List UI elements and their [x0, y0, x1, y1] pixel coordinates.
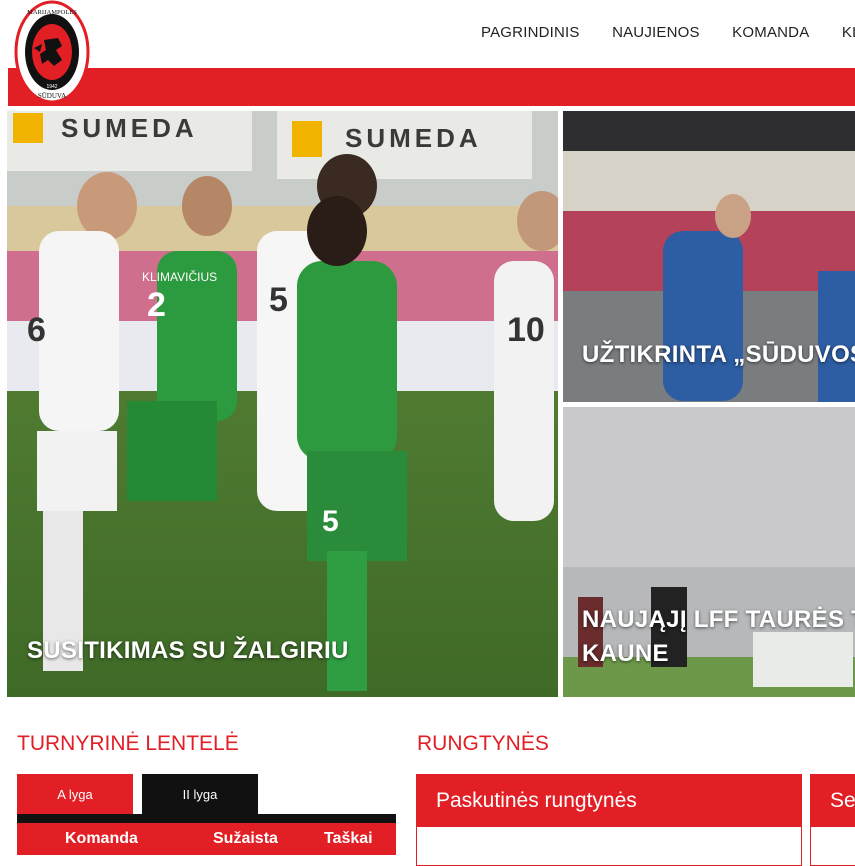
logo-bottom-text: SŪDUVA [38, 92, 66, 100]
nav-item-naujienos[interactable]: NAUJIENOS [612, 24, 700, 41]
header-red-bar [8, 68, 855, 106]
hero-bottom-article[interactable]: NAUJĄJĮ LFF TAURĖS TU KAUNE [563, 407, 855, 697]
column-played[interactable]: Sužaista [213, 830, 278, 848]
hero-main-article[interactable]: SUMEDA SUMEDA 6 2 5 10 5 KLIMAVIČIUS SUS… [7, 111, 558, 697]
next-matches-heading: Se [811, 775, 855, 827]
hero-bottom-caption-line2: KAUNE [582, 640, 669, 667]
tab-a-lyga[interactable]: A lyga [17, 774, 133, 814]
nav-item-klubas[interactable]: KLU [842, 24, 855, 41]
nav-item-komanda[interactable]: KOMANDA [732, 24, 809, 41]
logo-top-text: MARIJAMPOLĖS [27, 9, 77, 16]
player-name-1: KLIMAVIČIUS [142, 269, 217, 284]
hero-top-caption[interactable]: UŽTIKRINTA „SŪDUVOS [582, 341, 855, 369]
hero-main-image: SUMEDA SUMEDA 6 2 5 10 5 KLIMAVIČIUS [7, 111, 558, 697]
club-logo[interactable]: MARIJAMPOLĖS SŪDUVA 1942 [14, 0, 90, 104]
banner-text-1: SUMEDA [61, 113, 198, 143]
last-matches-card[interactable]: Paskutinės rungtynės [416, 774, 802, 866]
standings-title: TURNYRINĖ LENTELĖ [17, 732, 239, 755]
column-points[interactable]: Taškai [324, 830, 373, 848]
logo-year: 1942 [46, 84, 57, 90]
tab-ii-lyga[interactable]: II lyga [142, 774, 258, 814]
nav-item-pagrindinis[interactable]: PAGRINDINIS [481, 24, 580, 41]
player-number-1: 6 [27, 311, 46, 349]
tabs-underline [17, 814, 396, 823]
hero-main-caption[interactable]: SUSITIKIMAS SU ŽALGIRIU [27, 637, 349, 665]
hero-bottom-caption[interactable]: NAUJĄJĮ LFF TAURĖS TU KAUNE [582, 603, 855, 671]
hero-bottom-caption-line1: NAUJĄJĮ LFF TAURĖS TU [582, 606, 855, 633]
banner-text-2: SUMEDA [345, 123, 482, 153]
player-number-4: 10 [507, 311, 545, 349]
standings-table-header: Komanda Sužaista Taškai [17, 823, 396, 855]
player-number-5: 5 [322, 505, 339, 538]
next-matches-card[interactable]: Se [810, 774, 855, 866]
column-team[interactable]: Komanda [65, 830, 138, 848]
main-nav: PAGRINDINIS NAUJIENOS KOMANDA KLU [481, 24, 855, 42]
last-matches-heading: Paskutinės rungtynės [417, 775, 801, 827]
hero-top-article[interactable]: UŽTIKRINTA „SŪDUVOS [563, 111, 855, 402]
matches-title: RUNGTYNĖS [417, 732, 549, 755]
player-number-2: 2 [147, 286, 166, 324]
player-number-3: 5 [269, 281, 288, 319]
club-crest-icon: MARIJAMPOLĖS SŪDUVA 1942 [14, 0, 90, 104]
